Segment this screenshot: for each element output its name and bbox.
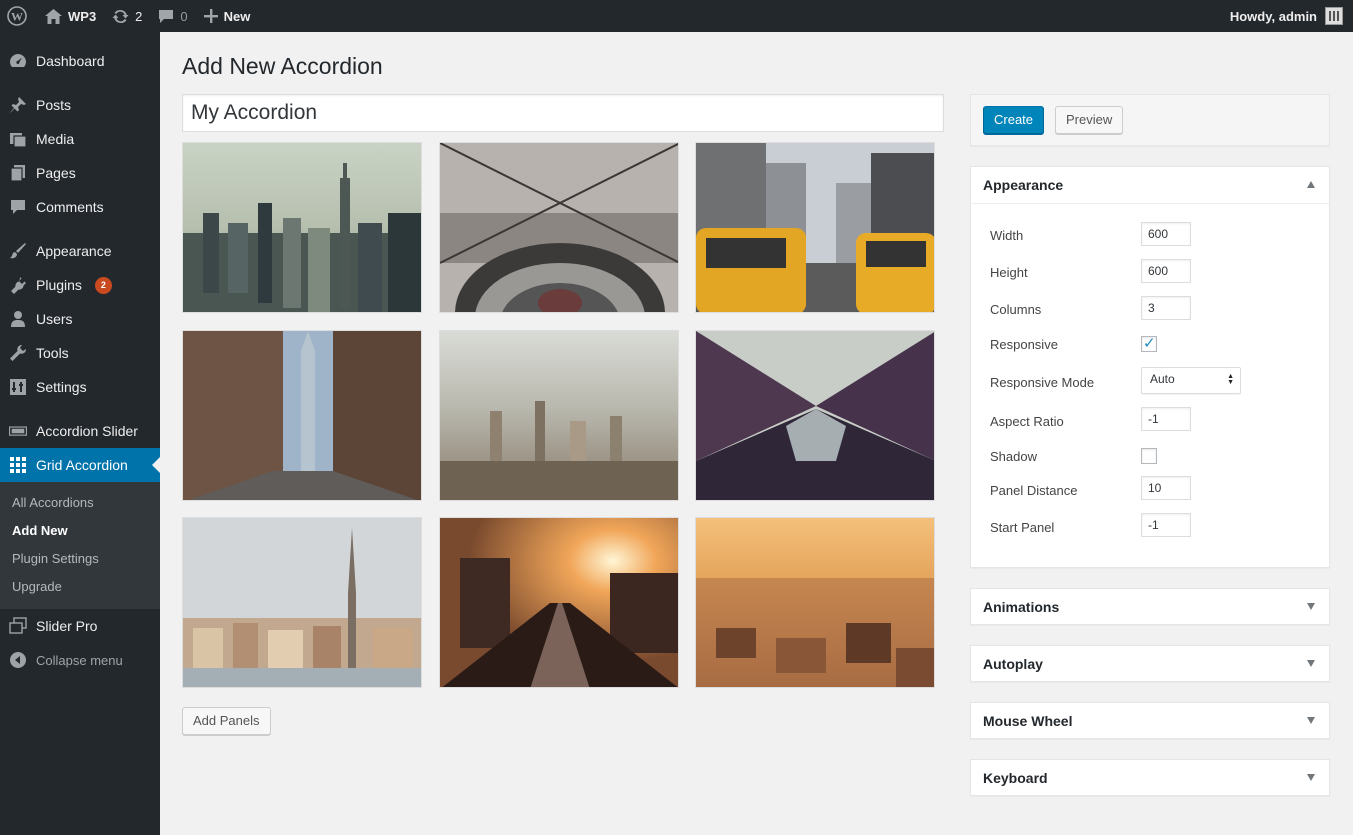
panel-image-1[interactable] <box>182 142 422 313</box>
user-icon <box>9 310 27 328</box>
setting-height: Height <box>990 255 1310 292</box>
panel-image-8[interactable] <box>439 517 679 688</box>
collapse-icon <box>9 651 27 669</box>
new-content-link[interactable]: New <box>196 0 259 32</box>
panel-image-9[interactable] <box>695 517 935 688</box>
dashboard-icon <box>9 52 27 70</box>
home-icon <box>45 8 62 24</box>
collapse-arrow-icon <box>1307 181 1315 188</box>
menu-slider-pro[interactable]: Slider Pro <box>0 609 160 643</box>
setting-responsive-mode: Responsive Mode Auto ▲ ▼ <box>990 363 1310 403</box>
admin-menu: Dashboard Posts Media Pages Comments App… <box>0 32 160 835</box>
submenu-add-new[interactable]: Add New <box>0 517 160 545</box>
submenu-plugin-settings[interactable]: Plugin Settings <box>0 545 160 573</box>
create-button[interactable]: Create <box>983 106 1045 134</box>
svg-text:W: W <box>11 10 23 24</box>
menu-users[interactable]: Users <box>0 302 160 336</box>
expand-arrow-icon <box>1307 717 1315 724</box>
grid-accordion-submenu: All Accordions Add New Plugin Settings U… <box>0 482 160 609</box>
page-title: Add New Accordion <box>182 53 383 79</box>
new-label: New <box>223 8 251 24</box>
setting-width: Width <box>990 218 1310 255</box>
actions-box: Create Preview <box>970 94 1330 146</box>
slider-icon <box>9 422 27 440</box>
panel-image-5[interactable] <box>439 330 679 501</box>
menu-settings[interactable]: Settings <box>0 370 160 404</box>
preview-button[interactable]: Preview <box>1055 106 1124 134</box>
width-input[interactable] <box>1141 222 1191 246</box>
setting-columns: Columns <box>990 292 1310 327</box>
updates-link[interactable]: 2 <box>104 0 150 32</box>
start-panel-input[interactable] <box>1141 513 1191 537</box>
menu-accordion-slider[interactable]: Accordion Slider <box>0 414 160 448</box>
site-name: WP3 <box>68 8 97 24</box>
animations-panel[interactable]: Animations <box>970 588 1330 625</box>
menu-media[interactable]: Media <box>0 122 160 156</box>
wrench-icon <box>9 344 27 362</box>
plugins-update-badge: 2 <box>94 276 112 294</box>
select-arrows-icon: ▲ ▼ <box>1227 373 1234 386</box>
media-icon <box>9 130 27 148</box>
expand-arrow-icon <box>1307 660 1315 667</box>
pages-icon <box>9 164 27 182</box>
responsive-checkbox[interactable] <box>1141 334 1157 352</box>
submenu-all-accordions[interactable]: All Accordions <box>0 489 160 517</box>
menu-grid-accordion[interactable]: Grid Accordion <box>0 448 160 482</box>
wordpress-logo-icon[interactable]: W <box>0 0 37 32</box>
menu-tools[interactable]: Tools <box>0 336 160 370</box>
setting-aspect-ratio: Aspect Ratio <box>990 403 1310 438</box>
plus-icon <box>203 9 218 23</box>
panel-image-3[interactable] <box>695 142 935 313</box>
comment-icon <box>9 198 27 216</box>
expand-arrow-icon <box>1307 774 1315 781</box>
grid-icon <box>9 456 27 474</box>
menu-appearance[interactable]: Appearance <box>0 234 160 268</box>
appearance-header[interactable]: Appearance <box>971 167 1329 203</box>
menu-dashboard[interactable]: Dashboard <box>0 44 160 78</box>
plugin-icon <box>9 276 27 294</box>
keyboard-panel[interactable]: Keyboard <box>970 759 1330 796</box>
avatar <box>1325 7 1343 25</box>
panel-image-2[interactable] <box>439 142 679 313</box>
autoplay-panel[interactable]: Autoplay <box>970 645 1330 682</box>
add-panels-button[interactable]: Add Panels <box>182 707 271 735</box>
comments-count: 0 <box>180 8 188 24</box>
settings-icon <box>9 378 27 396</box>
comment-icon <box>159 9 174 23</box>
expand-arrow-icon <box>1307 603 1315 610</box>
comments-link[interactable]: 0 <box>150 0 195 32</box>
submenu-upgrade[interactable]: Upgrade <box>0 573 160 601</box>
menu-plugins[interactable]: Plugins 2 <box>0 268 160 302</box>
appearance-panel: Appearance Width Height Columns Responsi… <box>970 166 1330 568</box>
setting-shadow: Shadow <box>990 438 1310 472</box>
setting-panel-distance: Panel Distance <box>990 472 1310 509</box>
panel-image-4[interactable] <box>182 330 422 501</box>
accordion-name-input[interactable] <box>182 94 944 132</box>
layers-icon <box>9 617 27 635</box>
columns-input[interactable] <box>1141 296 1191 320</box>
menu-posts[interactable]: Posts <box>0 88 160 122</box>
brush-icon <box>9 242 27 260</box>
panel-image-7[interactable] <box>182 517 422 688</box>
setting-responsive: Responsive <box>990 327 1310 363</box>
menu-comments[interactable]: Comments <box>0 190 160 224</box>
setting-start-panel: Start Panel <box>990 509 1310 545</box>
mouse-wheel-panel[interactable]: Mouse Wheel <box>970 702 1330 739</box>
panel-image-6[interactable] <box>695 330 935 501</box>
responsive-mode-select[interactable]: Auto ▲ ▼ <box>1141 367 1241 394</box>
admin-bar: W WP3 2 0 New Howdy, admin <box>0 0 1353 32</box>
updates-icon <box>112 9 129 23</box>
menu-pages[interactable]: Pages <box>0 156 160 190</box>
height-input[interactable] <box>1141 259 1191 283</box>
shadow-checkbox[interactable] <box>1141 448 1157 464</box>
site-name-link[interactable]: WP3 <box>37 0 104 32</box>
aspect-ratio-input[interactable] <box>1141 407 1191 431</box>
collapse-menu-button[interactable]: Collapse menu <box>0 643 160 677</box>
my-account[interactable]: Howdy, admin <box>1230 7 1353 25</box>
howdy-text: Howdy, admin <box>1229 8 1317 24</box>
panel-distance-input[interactable] <box>1141 476 1191 500</box>
pin-icon <box>9 96 27 114</box>
updates-count: 2 <box>135 8 143 24</box>
